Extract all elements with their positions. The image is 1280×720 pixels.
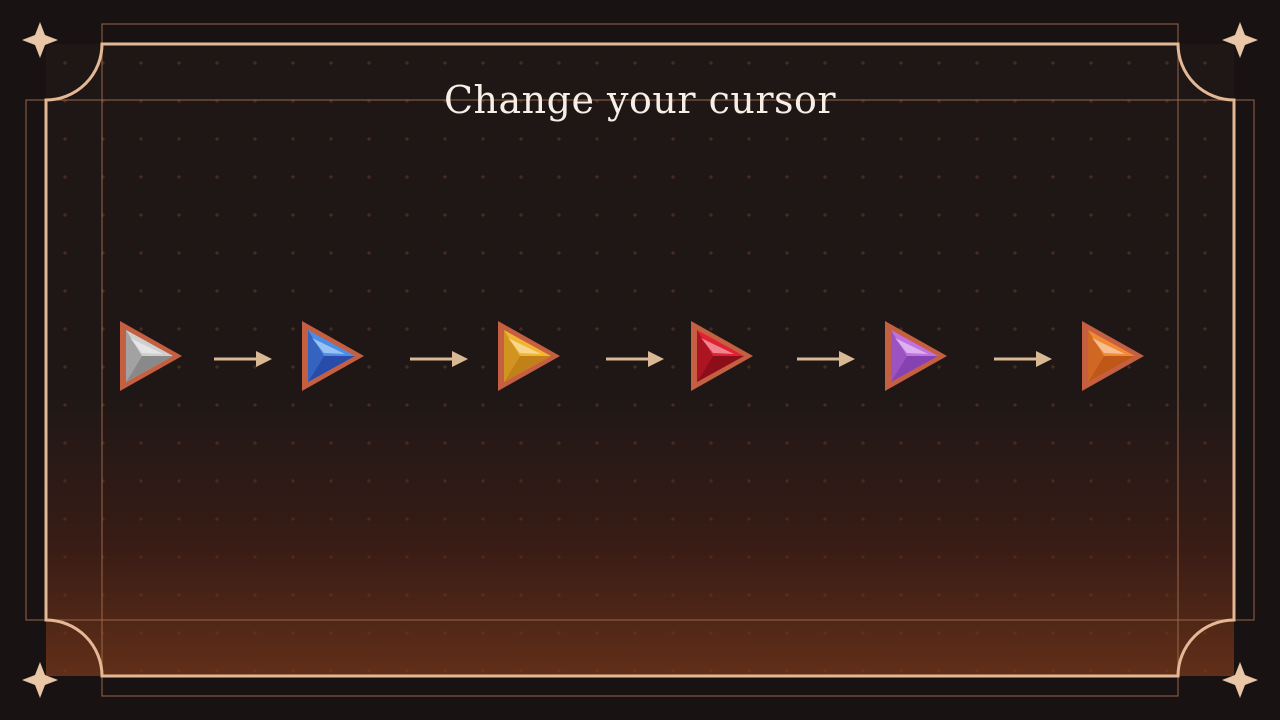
cursor-progression-row bbox=[120, 321, 1144, 391]
cursor-upgrade-screen: Change your cursor bbox=[0, 0, 1280, 720]
cursor-gem-blue-icon[interactable] bbox=[302, 321, 364, 391]
progression-arrow-icon bbox=[994, 351, 1052, 367]
progression-arrow-icon bbox=[410, 351, 468, 367]
cursor-gem-orange-icon[interactable] bbox=[1082, 321, 1144, 391]
progression-arrow-icon bbox=[606, 351, 664, 367]
cursor-gem-gold-icon[interactable] bbox=[498, 321, 560, 391]
progression-arrow-icon bbox=[797, 351, 855, 367]
cursor-gem-red-icon[interactable] bbox=[691, 321, 753, 391]
cursor-gem-white-icon[interactable] bbox=[120, 321, 182, 391]
progression-arrow-icon bbox=[214, 351, 272, 367]
cursor-gem-purple-icon[interactable] bbox=[885, 321, 947, 391]
